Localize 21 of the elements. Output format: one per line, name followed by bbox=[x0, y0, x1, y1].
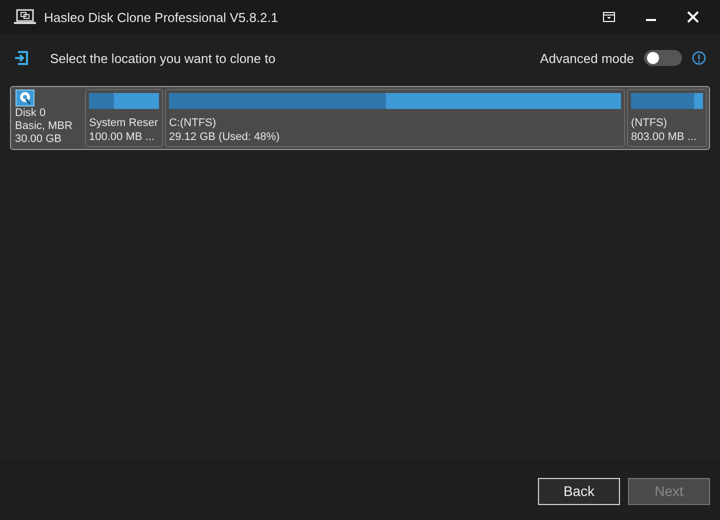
disk-type: Basic, MBR bbox=[15, 120, 74, 133]
instruction-text: Select the location you want to clone to bbox=[50, 50, 276, 66]
disk-name: Disk 0 bbox=[15, 107, 47, 120]
disk-size: 30.00 GB bbox=[15, 133, 62, 146]
partition-card[interactable]: System Reser 100.00 MB ... bbox=[85, 89, 163, 147]
partition-name: System Reser bbox=[89, 116, 159, 130]
enter-icon bbox=[14, 50, 30, 66]
disk-row[interactable]: Disk 0 Basic, MBR 30.00 GB System Reser 100.00 MB ... C:(NTFS) 29.12 GB (Used: 48%) (NTFS) 803.00 MB ... bbox=[10, 86, 710, 150]
partition-card[interactable]: (NTFS) 803.00 MB ... bbox=[627, 89, 707, 147]
partition-card[interactable]: C:(NTFS) 29.12 GB (Used: 48%) bbox=[165, 89, 625, 147]
advanced-mode-label: Advanced mode bbox=[540, 50, 634, 66]
app-icon bbox=[14, 9, 36, 25]
partition-name: (NTFS) bbox=[631, 116, 668, 130]
partition-name: C:(NTFS) bbox=[169, 116, 218, 130]
partition-detail: 29.12 GB (Used: 48%) bbox=[169, 130, 281, 144]
partition-detail: 803.00 MB ... bbox=[631, 130, 698, 144]
advanced-mode-toggle[interactable] bbox=[644, 50, 682, 66]
back-button[interactable]: Back bbox=[538, 478, 620, 504]
info-icon[interactable] bbox=[692, 51, 706, 65]
partition-detail: 100.00 MB ... bbox=[89, 130, 156, 144]
window-title: Hasleo Disk Clone Professional V5.8.2.1 bbox=[44, 10, 280, 24]
